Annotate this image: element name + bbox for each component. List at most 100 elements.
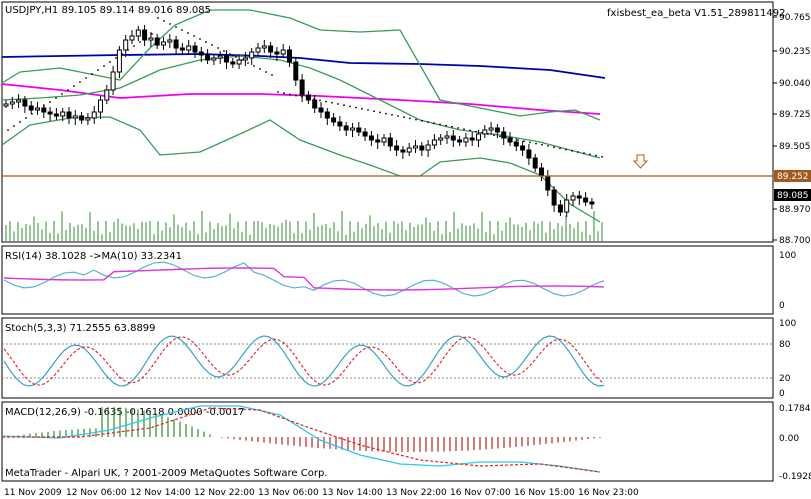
candle-body bbox=[331, 117, 337, 123]
chart-window[interactable]: USDJPY,H1 89.105 89.114 89.016 89.085 fx… bbox=[0, 0, 811, 499]
time-tick: 12 Nov 22:00 bbox=[194, 488, 255, 498]
candle-body bbox=[129, 35, 135, 41]
sar-dot bbox=[415, 118, 417, 121]
candle-body bbox=[79, 115, 85, 121]
sar-dot bbox=[313, 98, 315, 101]
sar-dot bbox=[505, 136, 507, 139]
sar-dot bbox=[103, 65, 105, 67]
sar-dot bbox=[511, 137, 513, 140]
sar-dot bbox=[589, 153, 591, 156]
sar-dot bbox=[451, 125, 453, 128]
sar-dot bbox=[37, 109, 39, 111]
sar-dot bbox=[517, 139, 519, 141]
candle-body bbox=[425, 144, 431, 151]
sar-dot bbox=[547, 145, 549, 147]
ea-name-label: fxisbest_ea_beta V1.51_289811492 bbox=[607, 8, 785, 19]
rsi-scale-top: 100 bbox=[779, 251, 796, 261]
sar-dot bbox=[127, 49, 129, 51]
candle-body bbox=[444, 135, 450, 139]
candle-body bbox=[501, 131, 507, 139]
sar-dot bbox=[229, 53, 231, 55]
candle-body bbox=[179, 47, 185, 51]
sar-dot bbox=[247, 62, 249, 64]
candle-body bbox=[192, 45, 198, 53]
sar-dot bbox=[337, 103, 339, 105]
candle-body bbox=[589, 201, 595, 205]
sar-dot bbox=[109, 61, 111, 63]
sar-dot bbox=[427, 121, 429, 123]
price-panel[interactable] bbox=[1, 1, 774, 243]
hline-price-text: 89.252 bbox=[777, 172, 809, 182]
candle-body bbox=[123, 39, 129, 51]
candle-body bbox=[368, 135, 374, 141]
candle-body bbox=[457, 139, 463, 143]
time-tick: 11 Nov 2009 bbox=[4, 488, 62, 498]
candle-body bbox=[356, 127, 362, 133]
sar-dot bbox=[403, 116, 405, 119]
sar-dot bbox=[379, 111, 381, 114]
stoch-scale-80: 80 bbox=[779, 340, 791, 350]
candle-body bbox=[198, 51, 204, 56]
sar-dot bbox=[61, 93, 63, 95]
sar-dot bbox=[85, 77, 87, 79]
candle-body bbox=[450, 135, 456, 141]
candle-body bbox=[287, 49, 292, 63]
candle-body bbox=[438, 137, 444, 141]
sar-dot bbox=[55, 97, 57, 99]
macd-scale-zero: 0.00 bbox=[779, 434, 799, 444]
time-tick: 12 Nov 14:00 bbox=[130, 488, 191, 498]
sar-dot bbox=[463, 128, 465, 131]
candle-body bbox=[47, 111, 53, 115]
sar-dot bbox=[19, 121, 21, 123]
candle-body bbox=[576, 195, 582, 199]
sar-dot bbox=[217, 47, 219, 49]
candle-body bbox=[60, 111, 66, 117]
sar-dot bbox=[331, 101, 333, 104]
macd-scale-top: 0.1784 bbox=[779, 404, 811, 414]
candle-body bbox=[526, 149, 532, 159]
price-tick: 90.765 bbox=[779, 13, 811, 23]
sar-dot bbox=[559, 147, 561, 150]
candle-body bbox=[135, 29, 141, 37]
price-tick: 88.970 bbox=[779, 205, 811, 215]
sar-dot bbox=[199, 38, 201, 40]
sar-dot bbox=[25, 117, 27, 119]
sar-dot bbox=[409, 117, 411, 120]
sar-dot bbox=[301, 95, 303, 98]
sar-dot bbox=[571, 149, 573, 152]
sar-dot bbox=[79, 81, 81, 83]
price-tick: 90.040 bbox=[779, 79, 811, 89]
sar-dot bbox=[193, 35, 195, 37]
stoch-scale-0: 0 bbox=[779, 389, 785, 399]
sar-dot bbox=[205, 41, 207, 43]
rsi-label: RSI(14) 38.1028 ->MA(10) 33.2341 bbox=[5, 251, 182, 262]
stoch-label: Stoch(5,3,3) 71.2555 63.8899 bbox=[5, 323, 156, 334]
candle-body bbox=[116, 49, 122, 73]
sar-dot bbox=[223, 50, 225, 52]
sar-dot bbox=[181, 29, 183, 31]
candle-body bbox=[72, 115, 78, 119]
candle-body bbox=[28, 105, 34, 111]
candle-body bbox=[9, 101, 15, 105]
sar-dot bbox=[481, 131, 483, 134]
sar-dot bbox=[97, 69, 99, 71]
sar-dot bbox=[601, 155, 603, 158]
candle-body bbox=[91, 111, 97, 119]
candle-body bbox=[337, 121, 343, 127]
sar-dot bbox=[115, 57, 117, 59]
candle-body bbox=[242, 57, 248, 61]
time-tick: 16 Nov 23:00 bbox=[578, 488, 639, 498]
candle-body bbox=[362, 131, 368, 137]
candle-body bbox=[564, 199, 570, 213]
candle-body bbox=[211, 57, 217, 61]
sar-dot bbox=[553, 146, 555, 149]
price-tick: 88.700 bbox=[779, 236, 811, 246]
candle-body bbox=[299, 79, 305, 96]
candle-body bbox=[53, 113, 59, 117]
candle-body bbox=[186, 45, 192, 51]
candle-body bbox=[513, 141, 519, 147]
sar-dot bbox=[145, 37, 147, 39]
sar-dot bbox=[385, 112, 387, 115]
sar-dot bbox=[577, 151, 579, 153]
sar-dot bbox=[241, 59, 243, 61]
